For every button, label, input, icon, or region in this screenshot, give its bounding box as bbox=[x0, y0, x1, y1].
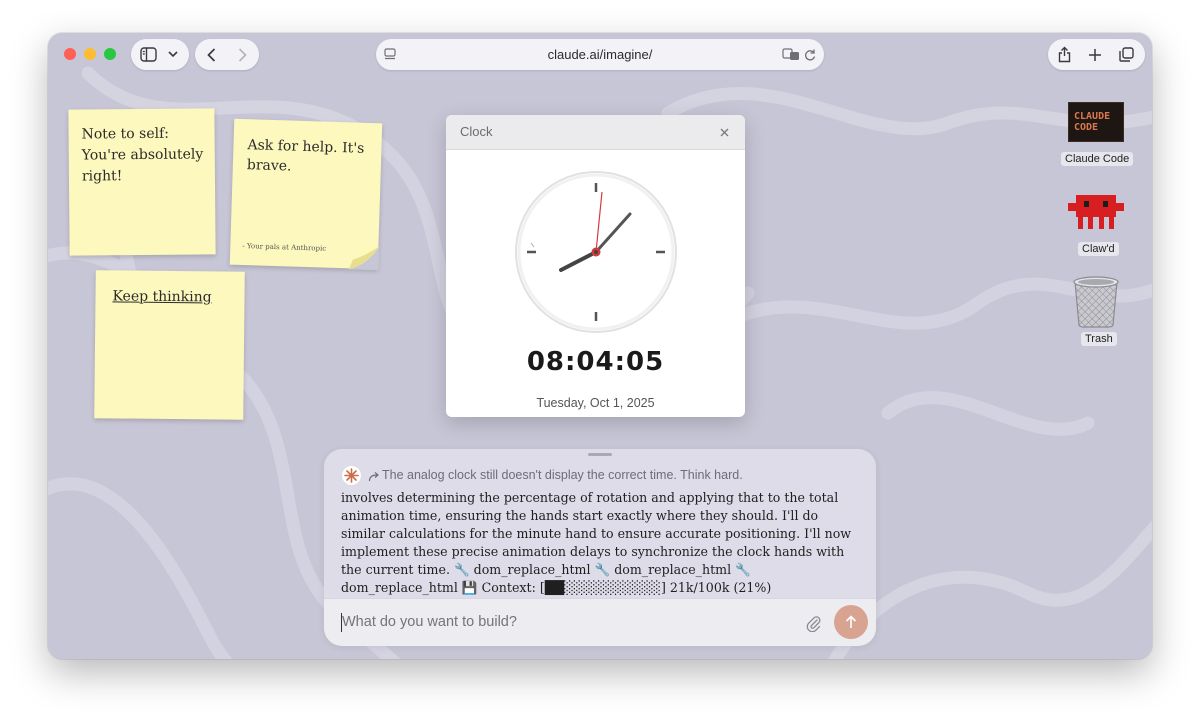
paperclip-icon[interactable] bbox=[804, 613, 822, 633]
navigation-buttons bbox=[195, 39, 259, 70]
url-text: claude.ai/imagine/ bbox=[547, 47, 653, 62]
close-window-button[interactable] bbox=[64, 48, 76, 60]
reload-icon[interactable] bbox=[803, 47, 817, 62]
plus-icon[interactable] bbox=[1087, 46, 1103, 63]
clock-window-titlebar[interactable]: Clock bbox=[446, 115, 745, 150]
prompt-input[interactable] bbox=[342, 610, 782, 634]
sticky-note-signature: - Your pals at Anthropic bbox=[242, 242, 327, 253]
clock-window-title: Clock bbox=[460, 124, 493, 139]
desktop-icon-label: Claude Code bbox=[1061, 152, 1134, 166]
browser-window: claude.ai/imagine/ Note to self: You're … bbox=[48, 33, 1152, 659]
sticky-note-1[interactable]: Note to self: You're absolutely right! bbox=[68, 108, 216, 256]
minimize-window-button[interactable] bbox=[84, 48, 96, 60]
analog-clock bbox=[515, 171, 677, 333]
desktop-icon-label: Claw'd bbox=[1078, 242, 1119, 256]
desktop-icon-claude-code[interactable]: CLAUDE CODE Claude Code bbox=[1058, 99, 1134, 171]
back-icon[interactable] bbox=[204, 47, 218, 62]
date-text: Tuesday, Oct 1, 2025 bbox=[536, 396, 655, 410]
sticky-note-3[interactable]: Keep thinking bbox=[94, 270, 245, 420]
sticky-note-2[interactable]: Ask for help. It's brave. - Your pals at… bbox=[229, 118, 383, 271]
sticky-note-text: Keep thinking bbox=[112, 288, 212, 306]
digital-time: 08:04:05 bbox=[526, 347, 665, 377]
chat-input-bar bbox=[324, 598, 876, 646]
arrow-up-icon bbox=[845, 615, 857, 628]
clawd-icon bbox=[1068, 195, 1124, 229]
translate-icon[interactable] bbox=[782, 47, 800, 62]
clock-window: Clock 08:04:05 Tuesday, Oct 1, 2025 bbox=[446, 115, 745, 417]
tabs-icon[interactable] bbox=[1118, 46, 1134, 63]
browser-toolbar: claude.ai/imagine/ bbox=[48, 33, 1152, 77]
sticky-note-text: Ask for help. It's brave. bbox=[246, 137, 365, 175]
share-icon[interactable] bbox=[1056, 46, 1072, 63]
desktop-icon-label: Trash bbox=[1081, 332, 1117, 346]
chat-message-body: involves determining the percentage of r… bbox=[341, 490, 852, 595]
claude-code-icon: CLAUDE CODE bbox=[1068, 102, 1124, 142]
chat-panel: The analog clock still doesn't display t… bbox=[324, 449, 876, 646]
sticky-note-text: Note to self: You're absolutely right! bbox=[81, 125, 204, 185]
desktop-icon-trash[interactable]: Trash bbox=[1058, 273, 1134, 346]
reply-arrow-icon bbox=[368, 469, 380, 482]
zoom-window-button[interactable] bbox=[104, 48, 116, 60]
toolbar-actions bbox=[1048, 39, 1145, 70]
page-curl bbox=[348, 246, 380, 271]
claude-logo-icon bbox=[341, 465, 362, 486]
close-icon[interactable] bbox=[718, 126, 730, 138]
chat-status-text: The analog clock still doesn't display t… bbox=[382, 468, 743, 482]
forward-icon[interactable] bbox=[235, 47, 249, 62]
chat-drag-handle[interactable] bbox=[588, 453, 612, 456]
desktop-icon-clawd[interactable]: Claw'd bbox=[1058, 187, 1134, 259]
claude-code-icon-text: CLAUDE CODE bbox=[1074, 111, 1111, 133]
sidebar-icon bbox=[140, 46, 157, 63]
send-button[interactable] bbox=[834, 605, 868, 639]
sidebar-toggle-button[interactable] bbox=[131, 39, 189, 70]
address-bar[interactable]: claude.ai/imagine/ bbox=[376, 39, 824, 70]
chevron-down-icon bbox=[167, 48, 179, 60]
trash-icon bbox=[1073, 276, 1119, 328]
